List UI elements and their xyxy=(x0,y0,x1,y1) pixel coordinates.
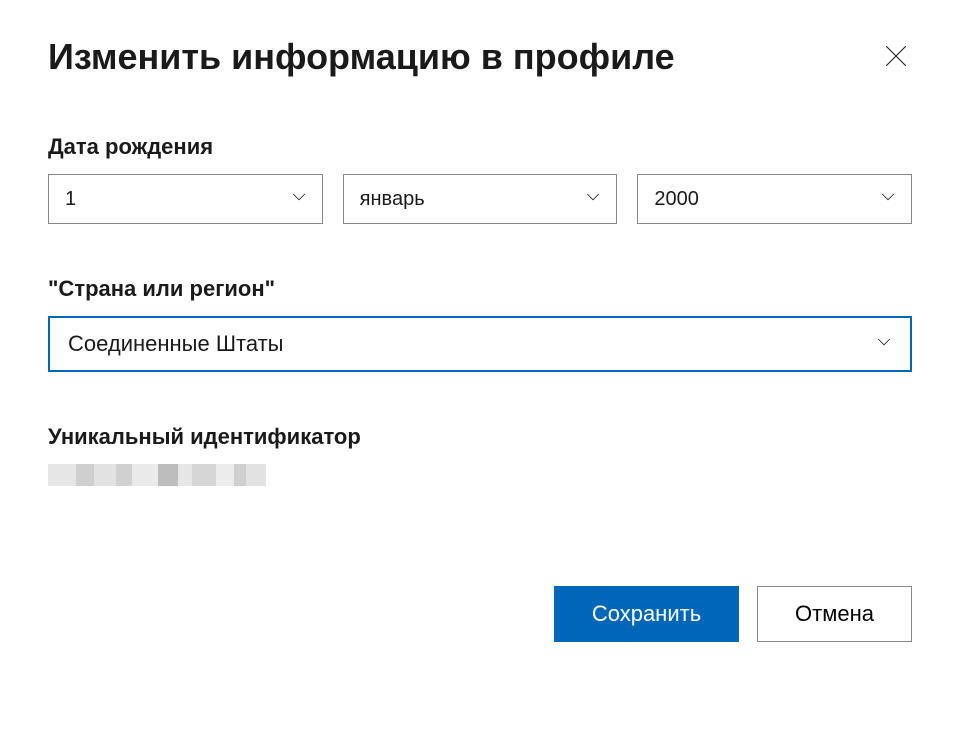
dob-label: Дата рождения xyxy=(48,134,912,160)
save-button[interactable]: Сохранить xyxy=(554,586,739,642)
country-select[interactable]: Соединенные Штаты xyxy=(48,316,912,372)
close-icon xyxy=(883,43,909,72)
dob-year-value: 2000 xyxy=(654,188,699,211)
uid-label: Уникальный идентификатор xyxy=(48,424,912,450)
dob-section: Дата рождения 1 январь 2000 xyxy=(48,134,912,224)
page-title: Изменить информацию в профиле xyxy=(48,36,675,78)
dob-month-value: январь xyxy=(360,188,425,211)
country-label: "Страна или регион" xyxy=(48,276,912,302)
dob-day-value: 1 xyxy=(65,188,76,211)
dob-day-select[interactable]: 1 xyxy=(48,174,323,224)
cancel-button[interactable]: Отмена xyxy=(757,586,912,642)
dob-year-select[interactable]: 2000 xyxy=(637,174,912,224)
close-button[interactable] xyxy=(880,41,912,73)
country-value: Соединенные Штаты xyxy=(68,331,283,357)
dob-month-select[interactable]: январь xyxy=(343,174,618,224)
uid-section: Уникальный идентификатор xyxy=(48,424,912,486)
uid-value-redacted xyxy=(48,464,912,486)
country-section: "Страна или регион" Соединенные Штаты xyxy=(48,276,912,372)
